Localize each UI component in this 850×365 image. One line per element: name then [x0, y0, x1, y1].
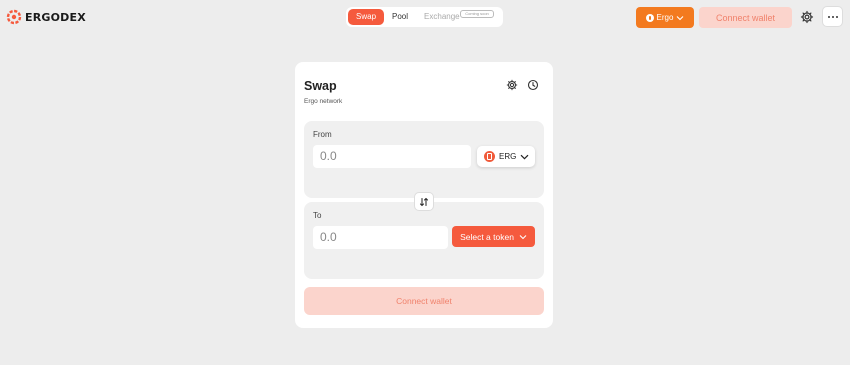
to-label: To — [313, 211, 322, 220]
tab-swap[interactable]: Swap — [348, 9, 385, 25]
tab-exchange: Exchange — [424, 12, 460, 21]
from-panel: From 0.0 ERG — [304, 121, 544, 198]
history-icon[interactable] — [527, 79, 539, 91]
tab-pool[interactable]: Pool — [384, 9, 416, 25]
brand-name: ERGODEX — [25, 10, 86, 24]
network-selector-button[interactable]: Ergo — [636, 7, 694, 28]
swap-direction-button[interactable] — [414, 192, 434, 211]
chevron-down-icon — [520, 154, 529, 160]
swap-title: Swap — [304, 79, 337, 93]
from-amount-input[interactable]: 0.0 — [313, 145, 471, 168]
swap-settings-icon[interactable] — [506, 79, 518, 91]
network-label: Ergo — [656, 13, 674, 22]
chevron-down-icon — [519, 234, 527, 239]
ellipsis-icon — [827, 15, 830, 18]
swap-card: Swap Ergo network From 0.0 ERG To 0.0 Se… — [295, 62, 553, 328]
to-amount-input[interactable]: 0.0 — [313, 226, 448, 249]
connect-wallet-button[interactable]: Connect wallet — [304, 287, 544, 315]
brand-logo[interactable]: ERGODEX — [6, 9, 86, 25]
coming-soon-badge: Coming soon — [460, 10, 494, 18]
ergo-network-icon — [645, 13, 654, 22]
from-label: From — [313, 130, 332, 139]
select-token-button[interactable]: Select a token — [452, 226, 535, 247]
connect-wallet-header-button[interactable]: Connect wallet — [699, 7, 792, 28]
from-token-symbol: ERG — [499, 152, 517, 161]
ergodex-logo-icon — [6, 9, 22, 25]
from-token-selector[interactable]: ERG — [477, 146, 535, 167]
swap-arrows-icon — [419, 197, 429, 206]
chevron-down-icon — [677, 15, 684, 20]
gear-icon[interactable] — [800, 10, 814, 24]
more-menu-button[interactable] — [822, 6, 843, 27]
to-panel: To 0.0 Select a token — [304, 202, 544, 279]
erg-token-icon — [484, 151, 495, 162]
network-subtitle: Ergo network — [304, 98, 343, 105]
top-header: ERGODEX Swap Pool Exchange Coming soon E… — [0, 0, 850, 36]
select-token-label: Select a token — [460, 231, 514, 242]
